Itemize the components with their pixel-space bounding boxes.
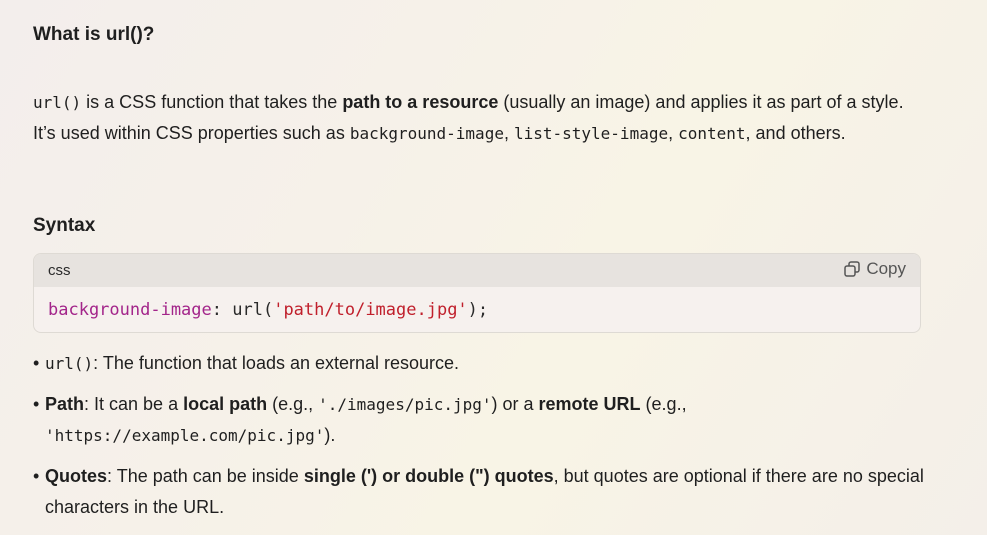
bold-text: Path xyxy=(45,394,85,414)
section-heading: What is url()? xyxy=(33,24,155,45)
code-block: css Copy background-image: url('path/to/… xyxy=(33,253,921,333)
bold-text: single (') or double (") quotes xyxy=(303,466,554,486)
text: (e.g., xyxy=(267,394,319,414)
copy-icon xyxy=(844,261,861,277)
copy-label: Copy xyxy=(866,259,906,278)
text: ). xyxy=(324,425,336,445)
bold-text: remote URL xyxy=(538,394,641,414)
text: , and others. xyxy=(745,123,846,143)
inline-code: content xyxy=(678,124,746,143)
intro-paragraph: url() is a CSS function that takes the p… xyxy=(33,87,913,149)
bold-text: path to a resource xyxy=(342,92,499,112)
code-function: url( xyxy=(232,300,274,320)
inline-code: url() xyxy=(45,354,94,373)
text: is a CSS function that takes the xyxy=(81,92,343,112)
list-item: url(): The function that loads an extern… xyxy=(33,348,933,379)
inline-code: list-style-image xyxy=(513,124,669,143)
code-property: background-image xyxy=(48,300,212,320)
copy-button[interactable]: Copy xyxy=(843,259,906,279)
text: , xyxy=(503,123,514,143)
text: : The path can be inside xyxy=(107,466,304,486)
inline-code: './images/pic.jpg' xyxy=(318,395,492,414)
list-item: Quotes: The path can be inside single ('… xyxy=(33,461,933,523)
inline-code: url() xyxy=(33,93,82,112)
code-string: 'path/to/image.jpg' xyxy=(273,300,468,320)
text: : The function that loads an external re… xyxy=(93,353,460,373)
text: ) or a xyxy=(491,394,539,414)
code-line: background-image: url('path/to/image.jpg… xyxy=(48,300,488,320)
code-punct: ); xyxy=(467,300,489,320)
list-item: Path: It can be a local path (e.g., './i… xyxy=(33,389,933,451)
inline-code: 'https://example.com/pic.jpg' xyxy=(45,426,325,445)
text: : It can be a xyxy=(84,394,184,414)
code-language-label: css xyxy=(48,262,71,279)
text: (e.g., xyxy=(640,394,687,414)
bullet-list: url(): The function that loads an extern… xyxy=(33,348,933,533)
code-punct: : xyxy=(211,300,233,320)
code-block-header: css Copy xyxy=(34,254,920,287)
text: , xyxy=(668,123,679,143)
syntax-heading: Syntax xyxy=(33,215,96,236)
inline-code: background-image xyxy=(349,124,504,143)
bold-text: Quotes xyxy=(45,466,108,486)
bold-text: local path xyxy=(183,394,268,414)
